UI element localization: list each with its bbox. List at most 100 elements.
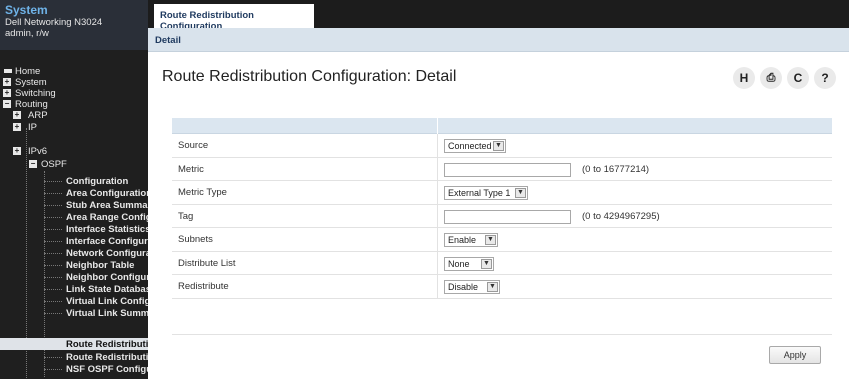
tab-strip: Route Redistribution Configuration xyxy=(148,0,849,32)
dropdown-arrow-icon[interactable]: ▼ xyxy=(481,258,492,269)
form-row-distribute-list: Distribute List None ▼ xyxy=(172,251,832,275)
nav-neighbor-configuration[interactable]: Neighbor Configuration xyxy=(66,272,148,283)
tree-branch xyxy=(44,301,62,302)
apply-button[interactable]: Apply xyxy=(769,346,821,364)
system-title: System xyxy=(5,3,48,17)
subnets-value: Enable xyxy=(448,235,477,245)
form-row-subnets: Subnets Enable ▼ xyxy=(172,228,832,252)
column-divider xyxy=(437,181,438,204)
source-value: Connected xyxy=(448,141,492,151)
nav-ospf[interactable]: OSPF xyxy=(41,159,141,170)
nav-virtual-link-configuration[interactable]: Virtual Link Configuration xyxy=(66,296,148,307)
column-divider xyxy=(437,157,438,180)
nav-route-redistribution-selected[interactable]: Route Redistribution xyxy=(66,339,148,350)
nav-arp[interactable]: ARP xyxy=(28,110,138,121)
device-name: Dell Networking N3024 xyxy=(5,17,103,28)
refresh-icon[interactable]: C xyxy=(787,67,809,89)
nav-routing[interactable]: Routing xyxy=(15,99,135,110)
redistribution-form: Source Connected ▼ Metric (0 to 16777214… xyxy=(172,118,832,299)
form-row-redistribute: Redistribute Disable ▼ xyxy=(172,275,832,299)
home-icon xyxy=(4,69,12,74)
tab-route-redistribution-configuration[interactable]: Route Redistribution Configuration xyxy=(154,4,314,32)
expand-system-icon[interactable]: + xyxy=(3,78,11,86)
form-bottom-rule xyxy=(172,334,832,335)
dropdown-arrow-icon[interactable]: ▼ xyxy=(515,188,526,198)
tree-branch xyxy=(44,229,62,230)
nav-switching[interactable]: Switching xyxy=(15,88,135,99)
redistribute-select[interactable]: Disable ▼ xyxy=(444,280,500,294)
nav-interface-configuration[interactable]: Interface Configuration xyxy=(66,236,148,247)
metric-label: Metric xyxy=(178,163,204,175)
nav-stub-area-summary[interactable]: Stub Area Summary xyxy=(66,200,148,211)
tag-range-hint: (0 to 4294967295) xyxy=(582,210,660,222)
tree-branch xyxy=(44,369,62,370)
metric-range-hint: (0 to 16777214) xyxy=(582,163,650,175)
expand-ip-icon[interactable]: + xyxy=(13,123,21,131)
user-role: admin, r/w xyxy=(5,28,49,39)
tree-branch xyxy=(44,241,62,242)
tree-branch xyxy=(44,193,62,194)
column-divider xyxy=(437,275,438,298)
nav-system[interactable]: System xyxy=(15,77,135,88)
page-title: Route Redistribution Configuration: Deta… xyxy=(162,68,457,85)
source-select[interactable]: Connected ▼ xyxy=(444,139,506,153)
nav-route-redistribution[interactable]: Route Redistribution xyxy=(66,352,148,363)
column-divider xyxy=(437,204,438,227)
collapse-routing-icon[interactable]: − xyxy=(3,100,11,108)
column-divider xyxy=(437,251,438,274)
nav-nsf-ospf-configuration[interactable]: NSF OSPF Configuration xyxy=(66,364,148,375)
sub-tab-bar: Detail xyxy=(148,28,849,52)
nav-network-configuration[interactable]: Network Configuration xyxy=(66,248,148,259)
form-row-metric-type: Metric Type External Type 1 ▼ xyxy=(172,181,832,205)
column-divider xyxy=(437,134,438,157)
nav-ospf-configuration[interactable]: Configuration xyxy=(66,176,148,187)
metric-type-value: External Type 1 xyxy=(448,188,511,198)
nav-area-configuration[interactable]: Area Configuration xyxy=(66,188,148,199)
nav-area-range-configuration[interactable]: Area Range Configuration xyxy=(66,212,148,223)
expand-switching-icon[interactable]: + xyxy=(3,89,11,97)
nav-virtual-link-summary[interactable]: Virtual Link Summary xyxy=(66,308,148,319)
header-divider xyxy=(437,118,438,134)
form-row-tag: Tag (0 to 4294967295) xyxy=(172,204,832,228)
sub-tab-detail[interactable]: Detail xyxy=(155,35,181,46)
tree-branch xyxy=(44,313,62,314)
metric-input[interactable] xyxy=(444,162,571,177)
system-header: System Dell Networking N3024 admin, r/w xyxy=(0,0,148,50)
help-h-icon[interactable]: H xyxy=(733,67,755,89)
dropdown-arrow-icon[interactable]: ▼ xyxy=(485,235,496,245)
metric-type-label: Metric Type xyxy=(178,187,227,198)
dropdown-arrow-icon[interactable]: ▼ xyxy=(493,141,504,151)
subnets-select[interactable]: Enable ▼ xyxy=(444,233,498,247)
collapse-ospf-icon[interactable]: − xyxy=(29,160,37,168)
tree-branch xyxy=(44,217,62,218)
expand-ipv6-icon[interactable]: + xyxy=(13,147,21,155)
source-label: Source xyxy=(178,140,209,151)
tree-branch xyxy=(44,277,62,278)
tree-branch xyxy=(44,181,62,182)
redistribute-value: Disable xyxy=(448,282,479,292)
nav-ip[interactable]: IP xyxy=(28,122,138,133)
tag-input[interactable] xyxy=(444,209,571,224)
distribute-list-value: None xyxy=(448,258,470,269)
nav-interface-statistics[interactable]: Interface Statistics xyxy=(66,224,148,235)
tree-branch xyxy=(44,357,62,358)
nav-selected-highlight[interactable]: Route Redistribution xyxy=(0,338,148,350)
nav-home-label: Home xyxy=(15,66,41,77)
tree-branch xyxy=(44,205,62,206)
question-help-icon[interactable]: ? xyxy=(814,67,836,89)
app-root: System Dell Networking N3024 admin, r/w … xyxy=(0,0,849,379)
nav-ipv6[interactable]: IPv6 xyxy=(28,146,138,157)
tree-branch xyxy=(44,289,62,290)
nav-link-state-database[interactable]: Link State Database xyxy=(66,284,148,295)
form-row-metric: Metric (0 to 16777214) xyxy=(172,157,832,181)
redistribute-label: Redistribute xyxy=(178,281,229,292)
expand-arp-icon[interactable]: + xyxy=(13,111,21,119)
dropdown-arrow-icon[interactable]: ▼ xyxy=(487,282,498,292)
nav-neighbor-table[interactable]: Neighbor Table xyxy=(66,260,148,271)
print-icon[interactable]: ⎙ xyxy=(760,67,782,89)
form-header xyxy=(172,118,832,134)
nav-home[interactable]: Home xyxy=(4,66,144,77)
tree-branch xyxy=(44,265,62,266)
metric-type-select[interactable]: External Type 1 ▼ xyxy=(444,186,528,200)
distribute-list-select[interactable]: None ▼ xyxy=(444,256,494,271)
